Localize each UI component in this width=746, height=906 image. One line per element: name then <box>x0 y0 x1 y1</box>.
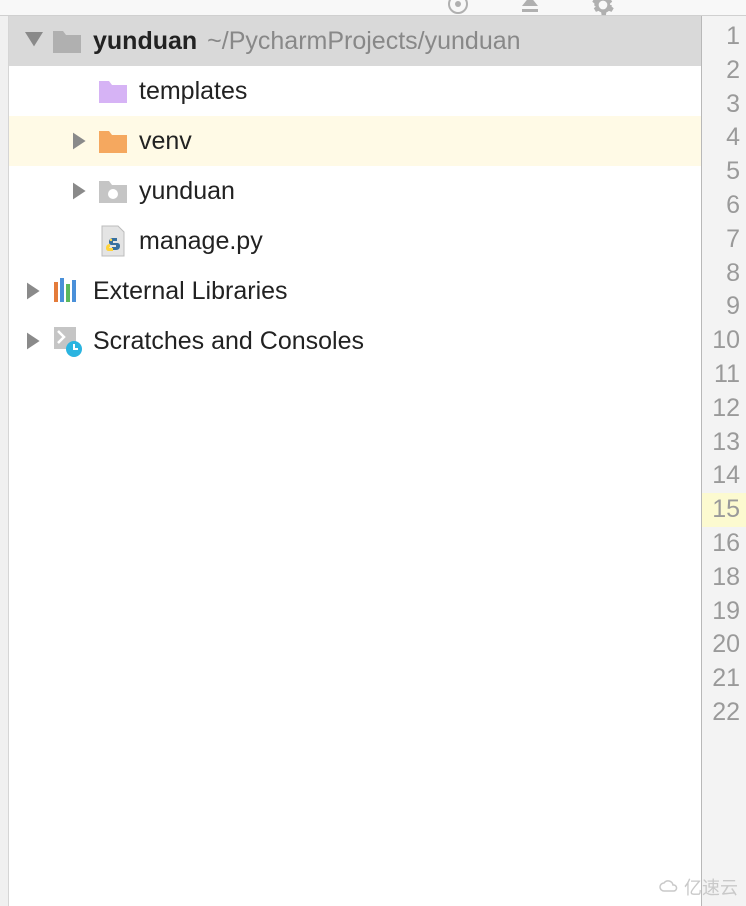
line-number[interactable]: 6 <box>702 189 746 223</box>
external-libraries-icon <box>49 273 85 309</box>
line-number[interactable]: 16 <box>702 527 746 561</box>
watermark-text: 亿速云 <box>684 874 738 900</box>
tree-item-yunduan[interactable]: yunduan <box>9 166 701 216</box>
tree-item-label: External Libraries <box>93 277 288 306</box>
chevron-right-icon[interactable] <box>19 282 49 300</box>
line-number[interactable]: 19 <box>702 595 746 629</box>
line-number[interactable]: 11 <box>702 358 746 392</box>
line-number[interactable]: 22 <box>702 696 746 730</box>
tree-item-label: manage.py <box>139 227 263 256</box>
line-number[interactable]: 7 <box>702 223 746 257</box>
python-file-icon <box>95 223 131 259</box>
chevron-right-icon[interactable] <box>65 132 95 150</box>
watermark: 亿速云 <box>658 874 738 900</box>
line-number[interactable]: 12 <box>702 392 746 426</box>
line-number[interactable]: 5 <box>702 155 746 189</box>
tree-item-templates[interactable]: ▶ templates <box>9 66 701 116</box>
line-number[interactable]: 3 <box>702 88 746 122</box>
tree-external-libraries[interactable]: External Libraries <box>9 266 701 316</box>
line-number[interactable]: 21 <box>702 662 746 696</box>
tree-item-label: Scratches and Consoles <box>93 327 364 356</box>
line-number[interactable]: 4 <box>702 121 746 155</box>
project-tree[interactable]: yunduan ~/PycharmProjects/yunduan ▶ temp… <box>9 16 702 906</box>
folder-icon <box>95 73 131 109</box>
tree-root-row[interactable]: yunduan ~/PycharmProjects/yunduan <box>9 16 701 66</box>
line-number[interactable]: 14 <box>702 459 746 493</box>
scratches-icon <box>49 323 85 359</box>
line-number[interactable]: 13 <box>702 426 746 460</box>
chevron-right-icon[interactable] <box>65 182 95 200</box>
tree-item-manage-py[interactable]: ▶ manage.py <box>9 216 701 266</box>
tree-item-label: yunduan <box>139 177 235 206</box>
package-folder-icon <box>95 173 131 209</box>
line-number[interactable]: 10 <box>702 324 746 358</box>
editor-gutter[interactable]: 123456789101112131415161819202122 <box>702 16 746 906</box>
tree-root-path: ~/PycharmProjects/yunduan <box>207 27 520 56</box>
line-number[interactable]: 8 <box>702 257 746 291</box>
tree-item-venv[interactable]: venv <box>9 116 701 166</box>
tree-item-label: venv <box>139 127 192 156</box>
tree-scratches[interactable]: Scratches and Consoles <box>9 316 701 366</box>
line-number[interactable]: 9 <box>702 290 746 324</box>
tree-root-label: yunduan <box>93 27 197 56</box>
tree-item-label: templates <box>139 77 247 106</box>
toolbar <box>0 0 746 16</box>
chevron-right-icon[interactable] <box>19 332 49 350</box>
chevron-down-icon[interactable] <box>19 32 49 50</box>
line-number[interactable]: 2 <box>702 54 746 88</box>
folder-icon <box>49 23 85 59</box>
line-number[interactable]: 20 <box>702 628 746 662</box>
line-number[interactable]: 1 <box>702 20 746 54</box>
folder-icon <box>95 123 131 159</box>
line-number[interactable]: 18 <box>702 561 746 595</box>
line-number[interactable]: 15 <box>702 493 746 527</box>
panel-left-border <box>0 16 9 906</box>
